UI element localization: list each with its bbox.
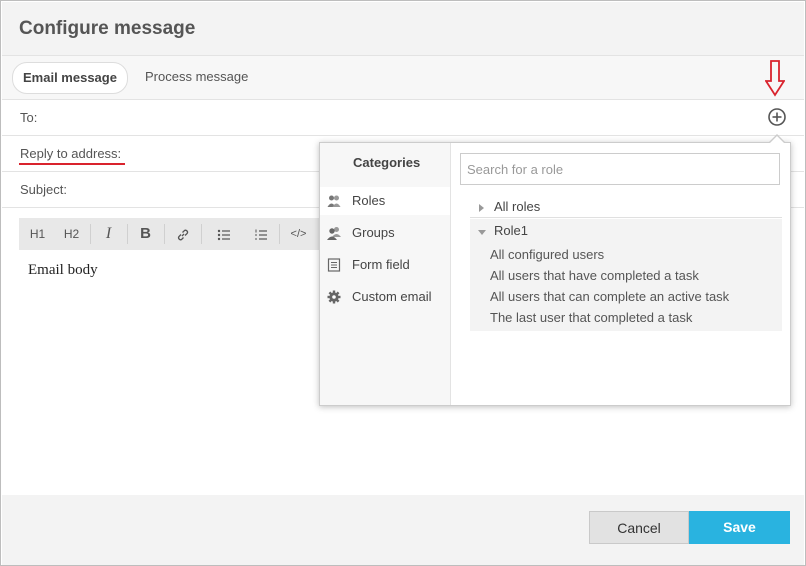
italic-button[interactable]: I xyxy=(90,218,127,250)
categories-caption: Categories xyxy=(353,155,421,170)
gear-icon xyxy=(327,290,341,304)
category-groups[interactable]: Groups xyxy=(320,219,450,247)
bullet-list-icon xyxy=(217,229,230,241)
categories-panel: Categories Roles Groups Form field Custo… xyxy=(320,143,451,405)
dialog-title: Configure message xyxy=(19,18,196,39)
to-field[interactable]: To: xyxy=(2,100,804,136)
link-icon xyxy=(177,229,188,241)
dialog-header: Configure message xyxy=(2,2,804,56)
tab-bar: Email message Process message xyxy=(2,56,804,100)
role-option[interactable]: All configured users xyxy=(490,247,604,262)
category-form-field-label: Form field xyxy=(352,257,410,272)
role-option[interactable]: The last user that completed a task xyxy=(490,310,692,325)
save-button[interactable]: Save xyxy=(689,511,790,544)
category-roles-label: Roles xyxy=(352,193,386,208)
numbered-list-icon xyxy=(254,229,267,240)
role1-label: Role1 xyxy=(494,223,528,238)
link-button[interactable] xyxy=(164,218,201,250)
category-custom-email-label: Custom email xyxy=(352,289,432,304)
all-roles-label: All roles xyxy=(494,199,541,214)
category-custom-email[interactable]: Custom email xyxy=(320,283,450,311)
add-recipient-plus-icon[interactable] xyxy=(767,107,787,127)
groups-icon xyxy=(327,227,341,240)
email-body-editor[interactable]: Email body xyxy=(28,262,98,279)
category-groups-label: Groups xyxy=(352,225,395,240)
roles-icon xyxy=(327,195,341,207)
bold-button[interactable]: B xyxy=(127,218,164,250)
role-option[interactable]: All users that have completed a task xyxy=(490,268,699,283)
form-field-icon xyxy=(327,258,341,272)
collapse-triangle-icon[interactable] xyxy=(478,230,486,235)
to-label: To: xyxy=(20,110,38,125)
role-search-input[interactable] xyxy=(460,153,780,185)
code-button[interactable]: </> xyxy=(280,218,317,250)
tree-node-all-roles[interactable]: All roles xyxy=(470,199,782,217)
reply-to-label: Reply to address: xyxy=(20,146,122,161)
expand-triangle-icon[interactable] xyxy=(479,204,484,212)
tab-process-message[interactable]: Process message xyxy=(135,62,258,92)
role-option[interactable]: All users that can complete an active ta… xyxy=(490,289,729,304)
configure-message-dialog: Configure message Email message Process … xyxy=(0,0,806,566)
numbered-list-button[interactable] xyxy=(242,218,279,250)
role1-group: Role1 All configured users All users tha… xyxy=(470,219,782,331)
editor-toolbar: H1 H2 I B </> xyxy=(19,218,319,250)
tab-email-message[interactable]: Email message xyxy=(12,62,128,94)
category-roles[interactable]: Roles xyxy=(320,187,450,215)
tree-node-role1[interactable]: Role1 xyxy=(470,223,782,241)
recipient-picker-popup: Categories Roles Groups Form field Custo… xyxy=(319,134,791,406)
h2-button[interactable]: H2 xyxy=(53,218,90,250)
popup-caret-fill xyxy=(769,136,785,144)
red-arrow-annotation-icon xyxy=(765,60,785,97)
tree-divider xyxy=(470,217,782,218)
cancel-button[interactable]: Cancel xyxy=(589,511,689,544)
subject-label: Subject: xyxy=(20,182,67,197)
toolbar-divider xyxy=(201,224,202,244)
reply-to-highlight-underline xyxy=(19,163,125,165)
h1-button[interactable]: H1 xyxy=(19,218,56,250)
category-form-field[interactable]: Form field xyxy=(320,251,450,279)
bullet-list-button[interactable] xyxy=(205,218,242,250)
